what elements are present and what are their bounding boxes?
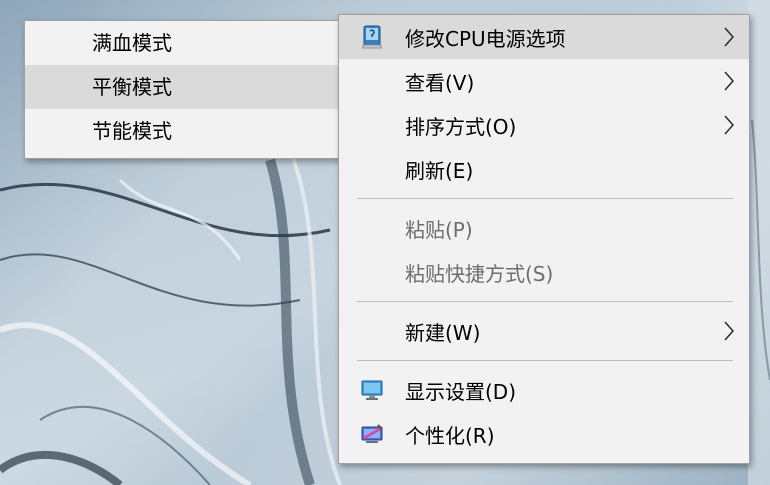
menu-item-power-saver[interactable]: 节能模式 (25, 109, 340, 153)
menu-item-view[interactable]: 查看(V) (339, 59, 749, 103)
menu-item-full-performance[interactable]: 满血模式 (25, 21, 340, 65)
menu-item-refresh[interactable]: 刷新(E) (339, 147, 749, 191)
menu-item-sort-by[interactable]: 排序方式(O) (339, 103, 749, 147)
menu-item-balanced[interactable]: 平衡模式 (25, 65, 340, 109)
menu-item-display-settings[interactable]: 显示设置(D) (339, 368, 749, 412)
power-options-icon (339, 25, 405, 49)
menu-item-label: 显示设置(D) (405, 379, 517, 404)
menu-separator (357, 301, 733, 302)
menu-item-new[interactable]: 新建(W) (339, 309, 749, 353)
desktop-context-menu: 修改CPU电源选项 查看(V) 排序方式(O) 刷新(E) 粘贴(P) 粘贴快捷… (338, 14, 750, 464)
menu-item-personalize[interactable]: 个性化(R) (339, 412, 749, 456)
chevron-right-icon (709, 26, 749, 48)
menu-separator (357, 198, 733, 199)
menu-item-cpu-power-options[interactable]: 修改CPU电源选项 (339, 15, 749, 59)
power-mode-submenu: 满血模式 平衡模式 节能模式 (24, 20, 341, 159)
chevron-right-icon (709, 70, 749, 92)
personalize-icon (339, 423, 405, 445)
menu-item-label: 粘贴快捷方式(S) (405, 261, 554, 286)
menu-item-label: 新建(W) (405, 320, 481, 345)
chevron-right-icon (709, 114, 749, 136)
menu-item-label: 排序方式(O) (405, 114, 517, 139)
menu-item-label: 个性化(R) (405, 423, 495, 448)
chevron-right-icon (709, 320, 749, 342)
menu-item-paste-shortcut[interactable]: 粘贴快捷方式(S) (339, 250, 749, 294)
menu-item-label: 修改CPU电源选项 (405, 26, 566, 51)
menu-item-label: 粘贴(P) (405, 217, 473, 242)
menu-item-label: 查看(V) (405, 70, 475, 95)
menu-item-paste[interactable]: 粘贴(P) (339, 206, 749, 250)
display-settings-icon (339, 379, 405, 401)
menu-separator (357, 360, 733, 361)
menu-item-label: 刷新(E) (405, 158, 474, 183)
